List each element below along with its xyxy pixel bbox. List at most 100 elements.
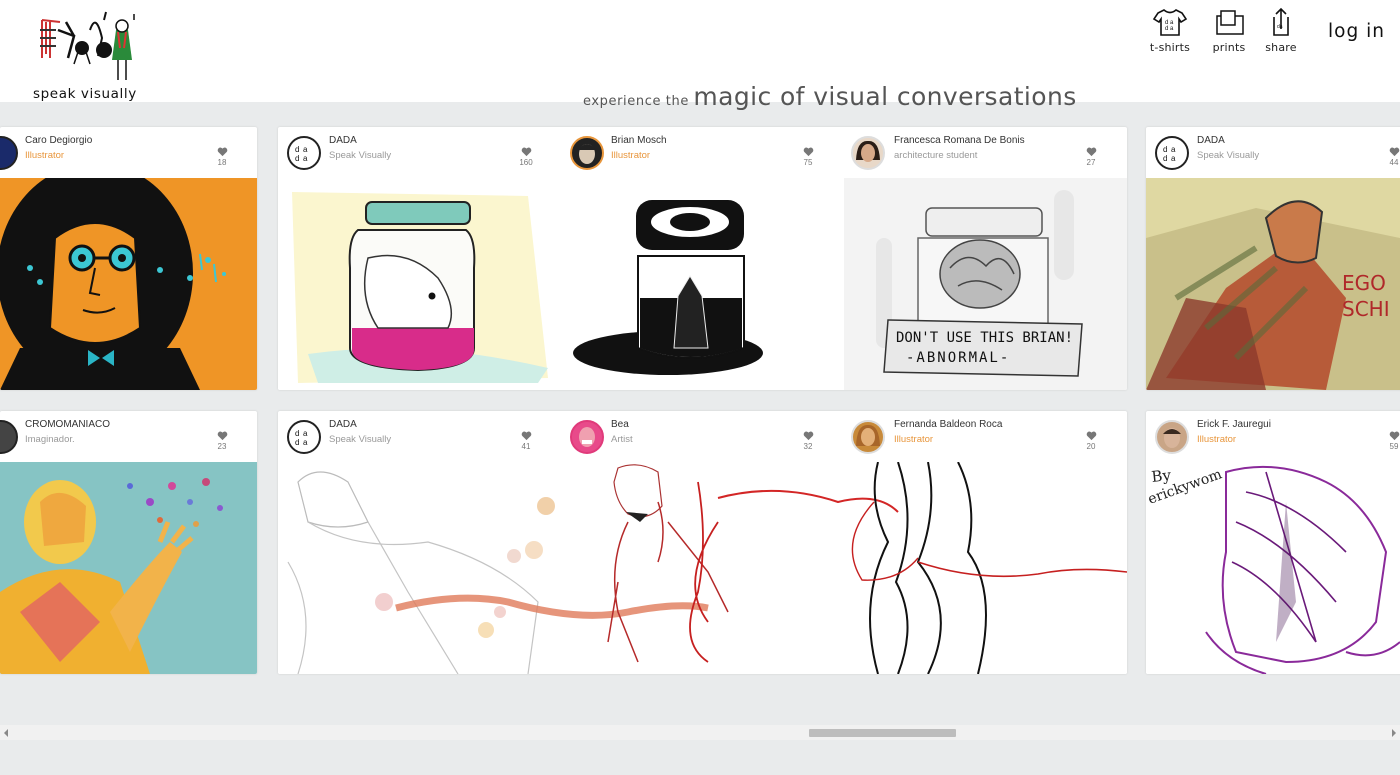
user-name[interactable]: DADA [1197,135,1225,146]
like-count: 59 [1389,442,1399,451]
like-button[interactable]: 18 [212,147,232,167]
avatar[interactable]: dada [287,136,321,170]
artwork-colorful-figure[interactable] [0,462,257,674]
heart-icon [803,431,813,441]
user-role: Imaginador. [25,434,75,445]
user-name[interactable]: DADA [329,419,357,430]
avatar[interactable]: dada [287,420,321,454]
like-count: 18 [217,158,227,167]
heart-icon [1389,147,1399,157]
like-button[interactable]: 75 [798,147,818,167]
like-count: 160 [519,158,533,167]
egon-text-1: EGO [1342,271,1386,295]
prints-button[interactable]: prints [1206,7,1252,54]
like-count: 75 [803,158,813,167]
logo-icon [40,11,135,80]
svg-text:d: d [295,154,299,163]
tagline-big: magic of visual conversations [693,82,1077,111]
user-role: Illustrator [611,150,651,161]
logo[interactable]: speak visually [30,6,142,102]
heart-icon [217,147,227,157]
tshirts-button[interactable]: d a d a t-shirts [1147,7,1193,54]
svg-text:a: a [1171,145,1176,154]
user-role: Speak Visually [329,150,392,161]
tshirt-icon: d a d a [1152,9,1188,36]
svg-text:d: d [1163,145,1167,154]
avatar[interactable] [0,136,18,170]
like-button[interactable]: 41 [516,431,536,451]
user-name[interactable]: Francesca Romana De Bonis [894,135,1025,146]
avatar[interactable]: dada [1155,136,1189,170]
tagline: experience the magic of visual conversat… [583,82,1077,111]
share-button[interactable]: da share [1258,7,1304,54]
user-role: Speak Visually [1197,150,1260,161]
like-button[interactable]: 23 [212,431,232,451]
svg-text:da: da [1277,24,1283,30]
login-link[interactable]: log in [1328,21,1385,42]
heart-icon [217,431,227,441]
card-caro-degiorgio[interactable]: Caro Degiorgio Illustrator 18 [0,127,257,390]
scroll-left-arrow[interactable] [4,729,8,737]
egon-text-2: SCHI [1342,297,1390,321]
artwork-afro-portrait[interactable] [0,178,257,390]
heart-icon [1086,147,1096,157]
svg-text:a: a [303,145,308,154]
like-count: 32 [803,442,813,451]
svg-text:d: d [1163,154,1167,163]
user-name[interactable]: CROMOMANIACO [25,419,110,430]
card-erick-jauregui[interactable]: Erick F. Jauregui Illustrator 59 By eric… [1146,411,1400,674]
artwork-jars[interactable]: DON'T USE THIS BRIAN! -ABNORMAL- [278,178,1127,390]
avatar[interactable] [570,420,604,454]
avatar[interactable] [851,136,885,170]
avatar[interactable] [851,420,885,454]
user-role: Speak Visually [329,434,392,445]
user-role: Artist [611,434,633,445]
like-button[interactable]: 27 [1081,147,1101,167]
avatar[interactable] [0,420,18,454]
user-name[interactable]: Brian Mosch [611,135,667,146]
scroll-right-arrow[interactable] [1392,729,1396,737]
svg-text:d: d [1165,26,1168,32]
svg-text:a: a [303,154,308,163]
user-name[interactable]: Fernanda Baldeon Roca [894,419,1002,430]
svg-text:d: d [295,438,299,447]
horizontal-scrollbar[interactable] [0,725,1400,740]
user-name[interactable]: Caro Degiorgio [25,135,92,146]
artwork-figure-sketch[interactable]: By erickywom [1146,462,1400,674]
user-name[interactable]: DADA [329,135,357,146]
svg-text:a: a [1171,154,1176,163]
card-group-anatomy[interactable]: dada DADA Speak Visually 41 Bea Artist 3… [278,411,1127,674]
brain-sign-line2: -ABNORMAL- [906,350,1010,366]
avatar[interactable] [1155,420,1189,454]
heart-icon [1389,431,1399,441]
user-role: Illustrator [1197,434,1237,445]
like-button[interactable]: 160 [516,147,536,167]
avatar[interactable] [570,136,604,170]
svg-text:d: d [295,429,299,438]
artwork-anatomy[interactable] [278,462,1127,674]
like-button[interactable]: 59 [1384,431,1400,451]
brain-sign-line1: DON'T USE THIS BRIAN! [896,330,1073,346]
like-button[interactable]: 20 [1081,431,1101,451]
like-count: 27 [1086,158,1096,167]
card-group-jars[interactable]: dada DADA Speak Visually 160 Brian Mosch… [278,127,1127,390]
signature-1: By [1151,466,1173,486]
like-count: 41 [521,442,531,451]
prints-label: prints [1212,41,1246,54]
prints-icon [1216,10,1244,35]
scroll-thumb[interactable] [809,729,956,737]
user-role: architecture student [894,150,978,161]
card-cromomaniaco[interactable]: CROMOMANIACO Imaginador. 23 [0,411,257,674]
user-name[interactable]: Bea [611,419,629,430]
heart-icon [521,147,531,157]
like-button[interactable]: 44 [1384,147,1400,167]
share-icon: da [1273,7,1289,36]
tshirts-label: t-shirts [1149,41,1191,54]
artwork-egon-schiele[interactable]: EGO SCHI [1146,178,1400,390]
user-name[interactable]: Erick F. Jauregui [1197,419,1271,430]
like-button[interactable]: 32 [798,431,818,451]
heart-icon [1086,431,1096,441]
user-role: Illustrator [894,434,934,445]
brand-name: speak visually [33,86,137,102]
card-dada-right-1[interactable]: dada DADA Speak Visually 44 EGO SCHI [1146,127,1400,390]
